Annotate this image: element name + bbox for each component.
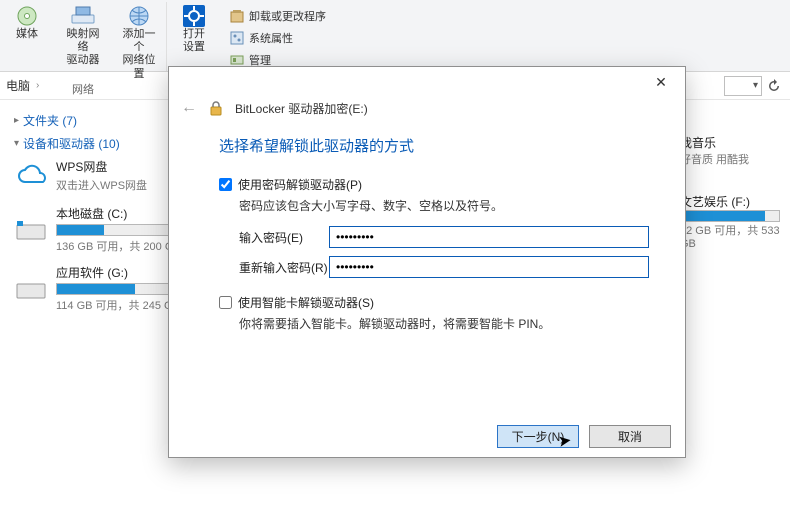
chevron-down-icon: ▾ — [14, 138, 19, 149]
globe-network-icon — [126, 4, 152, 28]
option-label: 使用智能卡解锁驱动器(S) — [238, 294, 374, 311]
dialog-title: BitLocker 驱动器加密(E:) — [235, 100, 368, 117]
ribbon-label: 媒体 — [16, 28, 38, 41]
ribbon-item-uninstall[interactable]: 卸载或更改程序 — [225, 6, 330, 26]
breadcrumb[interactable]: 电脑 — [6, 77, 30, 94]
button-label: 下一步(N) — [512, 428, 565, 445]
group-title: 设备和驱动器 (10) — [23, 135, 120, 152]
properties-icon — [229, 30, 245, 46]
dialog-header: ← BitLocker 驱动器加密(E:) — [169, 97, 685, 125]
dialog-body: 选择希望解锁此驱动器的方式 使用密码解锁驱动器(P) 密码应该包含大小写字母、数… — [169, 125, 685, 415]
ribbon-group-network: 媒体 映射网络 驱动器 添加一个 网络位置 网络 — [0, 2, 167, 71]
chevron-right-icon: › — [36, 80, 39, 91]
drive-name: 文艺娱乐 (F:) — [680, 193, 790, 210]
field-enter-password: 输入密码(E) — [239, 226, 649, 248]
bitlocker-dialog: ✕ ← BitLocker 驱动器加密(E:) 选择希望解锁此驱动器的方式 使用… — [168, 66, 686, 458]
option-smartcard[interactable]: 使用智能卡解锁驱动器(S) — [219, 294, 649, 311]
drive-music-partial[interactable]: 我音乐 好音质 用酷我 — [680, 134, 790, 167]
option-password[interactable]: 使用密码解锁驱动器(P) — [219, 176, 649, 193]
drive-f-partial[interactable]: 文艺娱乐 (F:) 72 GB 可用，共 533 GB — [680, 193, 790, 250]
dialog-titlebar: ✕ — [169, 67, 685, 97]
button-label: 取消 — [618, 428, 642, 445]
ribbon-label: 打开 设置 — [183, 28, 205, 54]
network-drive-icon — [70, 4, 96, 28]
ribbon-group-open: 打开 设置 — [167, 2, 221, 71]
drive-sub: 72 GB 可用，共 533 GB — [680, 222, 790, 250]
smartcard-hint: 你将需要插入智能卡。解锁驱动器时，将需要智能卡 PIN。 — [239, 315, 649, 332]
dialog-buttons: 下一步(N) 取消 — [169, 415, 685, 457]
cloud-icon — [14, 161, 48, 191]
ribbon-group-system: 卸载或更改程序 系统属性 管理 — [221, 2, 330, 70]
close-icon: ✕ — [655, 74, 667, 91]
cd-icon — [14, 4, 40, 28]
ribbon-btn-media[interactable]: 媒体 — [6, 4, 48, 81]
chevron-right-icon: ▸ — [14, 115, 19, 126]
field-confirm-password: 重新输入密码(R) — [239, 256, 649, 278]
input-password[interactable] — [329, 226, 649, 248]
disk-icon — [14, 215, 48, 245]
ribbon-label: 映射网络 驱动器 — [62, 28, 104, 68]
ribbon-small-label: 卸载或更改程序 — [249, 8, 326, 24]
checkbox-password[interactable] — [219, 178, 232, 191]
close-button[interactable]: ✕ — [641, 70, 681, 94]
next-button[interactable]: 下一步(N) — [497, 425, 579, 448]
view-dropdown[interactable]: ▾ — [724, 76, 762, 96]
refresh-button[interactable] — [764, 76, 784, 96]
ribbon-toolbar: 媒体 映射网络 驱动器 添加一个 网络位置 网络 打 — [0, 0, 790, 72]
ribbon-group-label: 网络 — [72, 81, 94, 99]
ribbon-item-sysprops[interactable]: 系统属性 — [225, 28, 330, 48]
disk-icon — [14, 274, 48, 304]
dialog-heading: 选择希望解锁此驱动器的方式 — [219, 135, 649, 156]
drive-usage-bar — [680, 210, 780, 222]
option-label: 使用密码解锁驱动器(P) — [238, 176, 362, 193]
cancel-button[interactable]: 取消 — [589, 425, 671, 448]
drive-name: WPS网盘 — [56, 158, 147, 175]
drive-name: 我音乐 — [680, 134, 790, 151]
group-title: 文件夹 (7) — [23, 112, 77, 129]
checkbox-smartcard[interactable] — [219, 296, 232, 309]
label-confirm: 重新输入密码(R) — [239, 259, 329, 276]
ribbon-btn-map-drive[interactable]: 映射网络 驱动器 — [62, 4, 104, 81]
ribbon-small-label: 系统属性 — [249, 30, 293, 46]
ribbon-btn-open-settings[interactable]: 打开 设置 — [173, 4, 215, 54]
ribbon-label: 添加一个 网络位置 — [118, 28, 160, 81]
label-enter: 输入密码(E) — [239, 229, 329, 246]
input-password-confirm[interactable] — [329, 256, 649, 278]
bitlocker-lock-icon — [207, 99, 225, 117]
settings-gear-icon — [181, 4, 207, 28]
ribbon-btn-add-net-location[interactable]: 添加一个 网络位置 — [118, 4, 160, 81]
uninstall-icon — [229, 8, 245, 24]
password-hint: 密码应该包含大小写字母、数字、空格以及符号。 — [239, 197, 649, 214]
drive-sub: 双击进入WPS网盘 — [56, 177, 147, 193]
drive-sub: 好音质 用酷我 — [680, 151, 790, 167]
back-button[interactable]: ← — [181, 99, 197, 117]
chevron-down-icon: ▾ — [753, 80, 758, 91]
